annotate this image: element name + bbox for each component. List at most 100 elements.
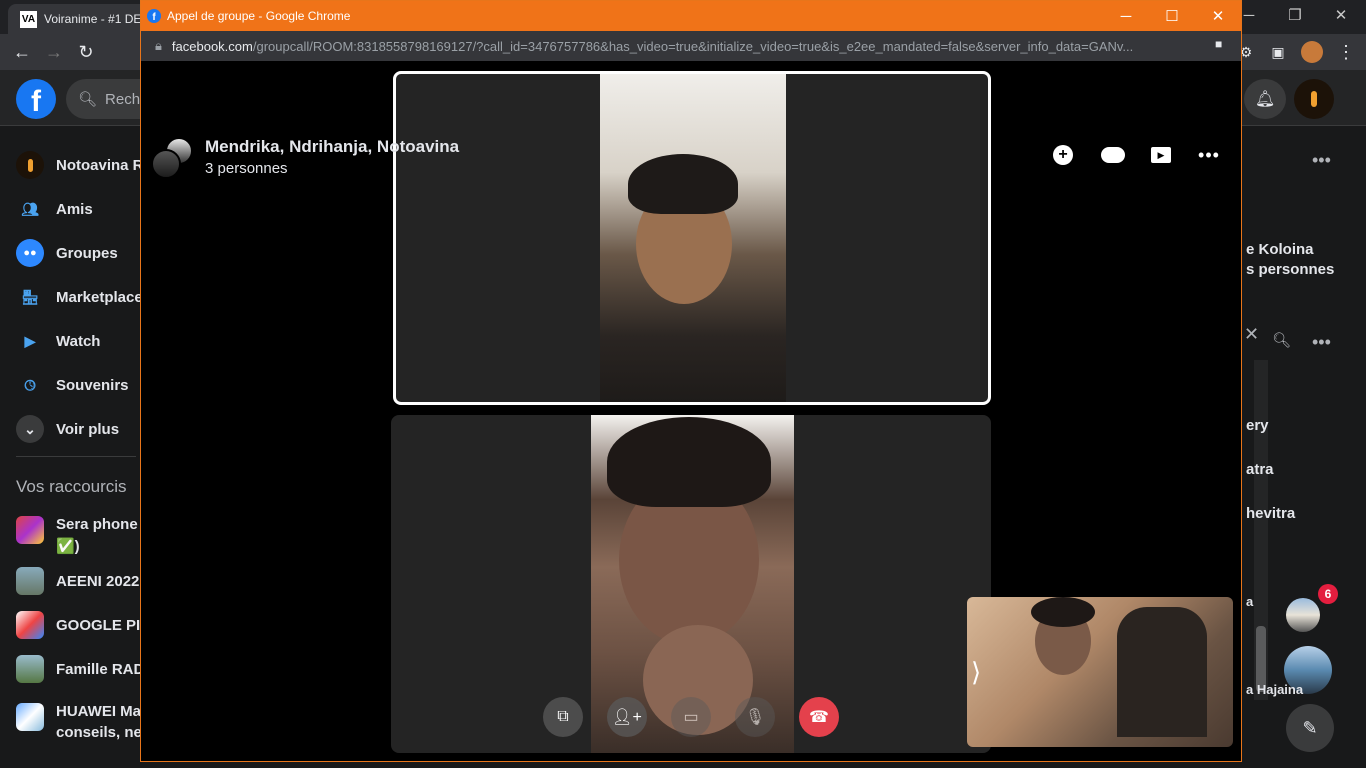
self-shirt [1117,607,1207,737]
call-title: Mendrika, Ndrihanja, Notoavina [205,137,460,156]
forward-arrow-icon[interactable]: → [38,34,70,70]
lock-icon: 🔒︎ [155,38,162,53]
contact-name[interactable]: a [1246,594,1253,609]
sidebar-item-friends[interactable]: 👥︎ Amis [16,189,93,229]
contact-text: s personnes [1246,261,1335,278]
game-controller-icon[interactable] [1095,137,1131,173]
chevron-down-icon: ⌄ [16,415,44,443]
self-hair [1031,597,1095,627]
sidebar-item-label: Marketplace [56,288,143,306]
shortcut-item[interactable]: Sera phone v ✅) [16,512,151,555]
contact-avatar[interactable] [1286,598,1320,632]
sidebar-item-watch[interactable]: ▶ Watch [16,321,101,361]
profile-avatar [16,151,44,179]
search-icon[interactable]: 🔍︎ [1272,331,1291,349]
shortcuts-heading: Vos raccourcis [16,477,127,496]
notifications-bell-icon[interactable]: 🔔︎ [1244,79,1286,119]
camera-in-use-icon[interactable]: ■ [1215,37,1222,51]
shortcut-thumbnail [16,611,44,639]
more-options-icon[interactable]: ••• [1191,137,1227,173]
sidebar-item-profile[interactable]: Notoavina Ra [16,145,152,185]
group-avatars [151,137,195,181]
popup-address-bar[interactable]: 🔒︎ facebook.com/groupcall/ROOM:831855879… [141,31,1241,61]
memories-icon: 🕓︎ [24,376,36,393]
popup-window-title: Appel de groupe - Google Chrome [167,9,351,23]
camera-icon[interactable]: ▭ [671,697,711,737]
shortcut-item[interactable]: Famille RADA [16,649,155,689]
participant-hair [607,417,771,507]
sidebar-item-label: Souvenirs [56,376,129,394]
url-domain: facebook.com [171,38,253,54]
shortcut-thumbnail [16,567,44,595]
shortcut-item[interactable]: HUAWEI Mac conseils, new [16,699,154,741]
shortcut-thumbnail [16,516,44,544]
new-message-icon[interactable]: ✎ [1286,704,1334,752]
sidebar-item-groups[interactable]: ●● Groupes [16,233,118,273]
end-call-icon[interactable]: ☎︎ [799,697,839,737]
marketplace-icon: 🏪︎ [21,288,39,305]
more-options-icon[interactable]: ••• [1312,332,1331,353]
add-icon[interactable]: + [1045,137,1081,173]
sidebar-item-see-more[interactable]: ⌄ Voir plus [16,409,119,449]
chevron-right-icon[interactable]: ⟩ [971,657,981,688]
background-tab[interactable]: VA Voiranime - #1 DE [8,4,148,34]
shortcut-label: Sera phone v [56,516,151,533]
participant-avatar [151,149,181,179]
contact-name[interactable]: hevitra [1246,505,1295,522]
shortcut-item[interactable]: AEENI 2022 [16,561,139,601]
back-arrow-icon[interactable]: ← [6,34,38,70]
shortcut-label-line2: ✅) [56,538,80,555]
shortcut-item[interactable]: GOOGLE PIX [16,605,150,645]
close-icon[interactable]: ✕ [1244,324,1259,345]
reload-icon[interactable]: ↻ [70,34,102,70]
bg-close-icon[interactable]: ✕ [1318,0,1364,30]
shortcut-label: AEENI 2022 [56,572,140,590]
popup-minimize-icon[interactable]: ─ [1103,1,1149,31]
sidebar-item-label: Voir plus [56,420,120,438]
add-person-icon[interactable]: 👤︎+ [607,697,647,737]
chrome-profile-avatar[interactable] [1296,34,1328,70]
watch-together-icon[interactable]: ▶ [1143,137,1179,173]
sidebar-item-label: Notoavina Ra [56,156,152,174]
contact-name[interactable]: a Hajaina [1246,682,1303,697]
call-area: ⟩ Mendrika, Ndrihanja, Notoavina 3 perso… [141,61,1241,761]
participant-hair [628,154,738,214]
contact-name[interactable]: ery [1246,417,1269,434]
sidebar-divider [16,456,136,457]
shortcut-label: HUAWEI Mac [56,703,150,720]
group-call-window: f Appel de groupe - Google Chrome ─ ☐ ✕ … [140,0,1242,762]
self-view-video[interactable] [967,597,1233,747]
background-tab-title: Voiranime - #1 DE [44,12,142,26]
microphone-icon[interactable]: 🎙︎ [735,697,775,737]
url-path: /groupcall/ROOM:8318558798169127/?call_i… [252,38,1134,54]
bg-restore-icon[interactable]: ❐ [1272,0,1318,30]
contact-text: e Koloina [1246,241,1314,258]
facebook-logo-icon[interactable]: f [16,79,56,119]
facebook-favicon-icon: f [147,9,161,23]
participant-video-tile[interactable] [393,71,991,405]
account-avatar[interactable] [1294,79,1334,119]
chrome-menu-icon[interactable]: ⋮ [1330,34,1362,70]
search-icon: 🔍︎ [78,91,98,108]
sidebar-item-label: Watch [56,332,101,350]
shortcut-thumbnail [16,655,44,683]
popup-close-icon[interactable]: ✕ [1195,1,1241,31]
share-screen-icon[interactable]: ⧉ [543,697,583,737]
groups-icon: ●● [16,239,44,267]
contact-name[interactable]: atra [1246,461,1274,478]
friends-icon: 👥︎ [21,200,39,217]
notification-badge: 6 [1318,584,1338,604]
sidebar-item-memories[interactable]: 🕓︎ Souvenirs [16,365,129,405]
sidebar-item-label: Amis [56,200,93,218]
sidebar-item-marketplace[interactable]: 🏪︎ Marketplace [16,277,143,317]
watch-icon: ▶ [24,332,36,349]
participant-count: 3 personnes [205,160,288,177]
shortcut-thumbnail [16,703,44,731]
shortcut-label-line2: conseils, new [56,724,154,741]
side-panel-icon[interactable]: ▣ [1262,34,1294,70]
more-options-icon[interactable]: ••• [1312,150,1331,171]
popup-maximize-icon[interactable]: ☐ [1149,1,1195,31]
sidebar-item-label: Groupes [56,244,118,262]
participant-video [600,74,786,402]
popup-titlebar: f Appel de groupe - Google Chrome [141,1,1241,31]
